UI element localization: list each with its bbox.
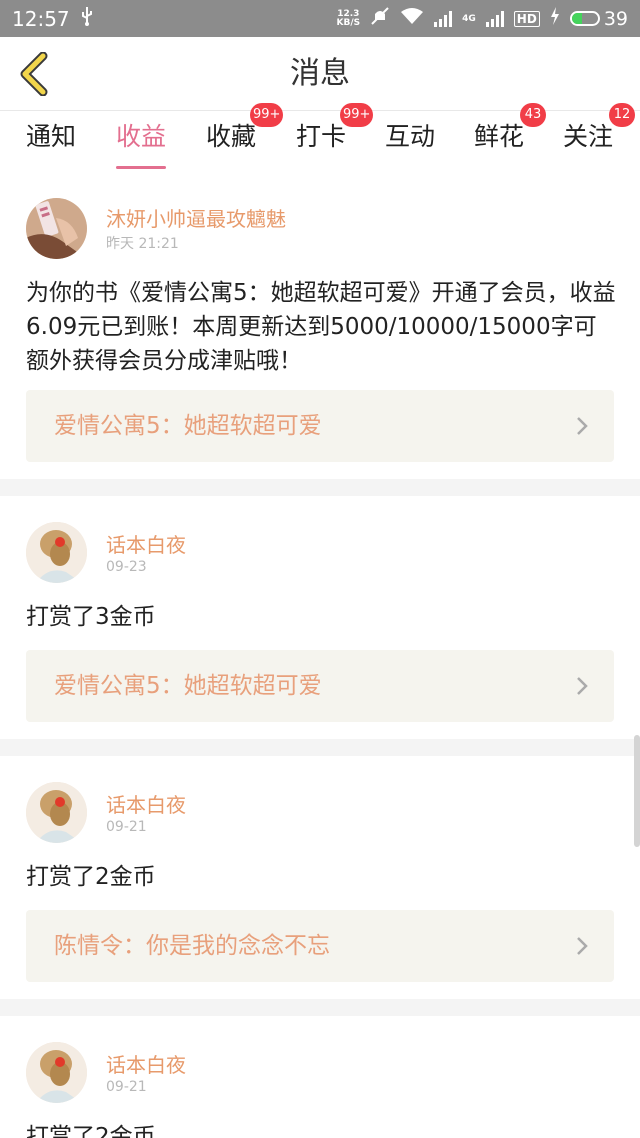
message-content: 打赏了2金币 [26, 864, 156, 890]
signal-icon [434, 10, 453, 27]
message-time: 09-21 [106, 819, 147, 835]
book-title: 爱情公寓5：她超软超可爱 [54, 413, 322, 439]
avatar[interactable] [26, 198, 87, 259]
net-speed: 12.3 KB/S [336, 8, 361, 28]
avatar[interactable] [26, 782, 87, 843]
tab-flowers[interactable]: 鲜花 43 [474, 103, 546, 165]
message-content: 打赏了3金币 [26, 604, 156, 630]
book-title: 陈情令：你是我的念念不忘 [54, 933, 330, 959]
network-type: 4G [462, 13, 476, 24]
divider [0, 479, 640, 496]
usb-icon [80, 6, 94, 31]
chevron-right-icon [577, 417, 588, 435]
divider [0, 999, 640, 1016]
divider [0, 739, 640, 756]
book-link-card[interactable]: 爱情公寓5：她超软超可爱 [26, 650, 614, 722]
tab-label: 收益 [116, 122, 167, 151]
page-title: 消息 [290, 56, 350, 91]
message-tabs: 通知 收益 收藏 99+ 打卡 99+ 互动 鲜花 43 关注 12 [0, 103, 640, 169]
username[interactable]: 话本白夜 [106, 789, 186, 818]
username[interactable]: 话本白夜 [106, 529, 186, 558]
message-item[interactable]: 话本白夜 09-21 打赏了2金币 [0, 1016, 640, 1138]
hd-badge: HD [513, 10, 540, 27]
username[interactable]: 话本白夜 [106, 1049, 186, 1078]
username[interactable]: 沐妍小帅逼最攻魑魅 [106, 203, 286, 232]
tab-label: 收藏 [206, 122, 257, 151]
message-time: 09-21 [106, 1079, 147, 1095]
status-time: 12:57 [12, 6, 70, 31]
message-item[interactable]: 沐妍小帅逼最攻魑魅 昨天 21:21 为你的书《爱情公寓5：她超软超可爱》开通了… [0, 177, 640, 479]
tab-checkin[interactable]: 打卡 99+ [296, 103, 374, 165]
mute-icon [370, 6, 390, 31]
tab-label: 互动 [385, 122, 436, 151]
tab-badge: 43 [520, 103, 546, 127]
status-bar: 12:57 12.3 KB/S 4G HD 39 [0, 0, 640, 37]
book-link-card[interactable]: 爱情公寓5：她超软超可爱 [26, 390, 614, 462]
tab-label: 通知 [26, 122, 77, 151]
nav-header: 消息 [0, 37, 640, 111]
avatar[interactable] [26, 1042, 87, 1103]
tab-badge: 99+ [250, 103, 284, 127]
avatar[interactable] [26, 522, 87, 583]
message-content: 为你的书《爱情公寓5：她超软超可爱》开通了会员，收益6.09元已到账！本周更新达… [26, 280, 616, 374]
tab-badge: 12 [609, 103, 635, 127]
message-content: 打赏了2金币 [26, 1124, 156, 1138]
scrollbar[interactable] [634, 735, 640, 847]
message-item[interactable]: 话本白夜 09-21 打赏了2金币 陈情令：你是我的念念不忘 [0, 756, 640, 999]
tab-label: 鲜花 [474, 122, 525, 151]
message-time: 09-23 [106, 559, 147, 575]
charging-icon [550, 7, 560, 30]
tab-favorites[interactable]: 收藏 99+ [206, 103, 284, 165]
tab-label: 打卡 [296, 122, 347, 151]
message-time: 昨天 21:21 [106, 236, 179, 252]
tab-notice[interactable]: 通知 [26, 111, 76, 165]
book-link-card[interactable]: 陈情令：你是我的念念不忘 [26, 910, 614, 982]
battery-level: 39 [603, 7, 628, 30]
chevron-right-icon [577, 677, 588, 695]
tab-follow[interactable]: 关注 12 [563, 103, 635, 165]
tab-label: 关注 [563, 122, 614, 151]
tab-income[interactable]: 收益 [116, 111, 167, 169]
tab-badge: 99+ [340, 103, 374, 127]
active-tab-indicator [116, 166, 167, 169]
signal-icon-2 [485, 10, 504, 27]
tab-interaction[interactable]: 互动 [385, 111, 435, 165]
chevron-right-icon [577, 937, 588, 955]
book-title: 爱情公寓5：她超软超可爱 [54, 673, 322, 699]
wifi-icon [400, 7, 424, 30]
battery-icon: 39 [569, 7, 628, 30]
message-item[interactable]: 话本白夜 09-23 打赏了3金币 爱情公寓5：她超软超可爱 [0, 496, 640, 739]
